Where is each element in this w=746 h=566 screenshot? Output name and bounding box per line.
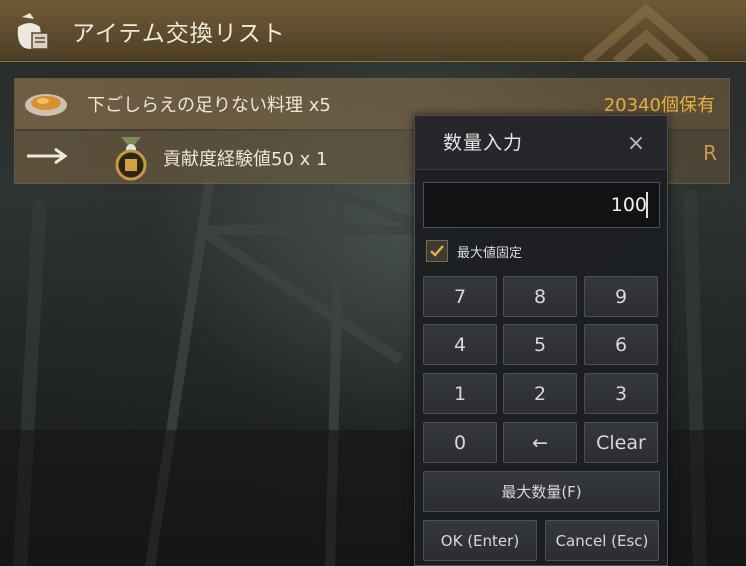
ok-button[interactable]: OK (Enter): [423, 520, 537, 561]
key-0[interactable]: 0: [423, 422, 497, 463]
backspace-button[interactable]: ←: [503, 422, 577, 463]
reward-item-rank: R: [703, 141, 717, 165]
key-5[interactable]: 5: [503, 324, 577, 365]
clear-button[interactable]: Clear: [584, 422, 658, 463]
checkmark-icon: [430, 245, 444, 257]
exchange-bag-icon: [17, 13, 49, 50]
food-dish-icon: [25, 94, 67, 116]
key-9[interactable]: 9: [584, 276, 658, 317]
cancel-button[interactable]: Cancel (Esc): [545, 520, 659, 561]
max-quantity-button[interactable]: 最大数量(F): [423, 471, 660, 512]
required-item-name: 下ごしらえの足りない料理 x5: [87, 95, 331, 116]
title-bar: アイテム交換リスト: [0, 0, 746, 62]
arrow-right-icon: [27, 147, 68, 165]
max-fixed-checkbox[interactable]: [426, 240, 448, 262]
key-1[interactable]: 1: [423, 373, 497, 414]
key-8[interactable]: 8: [503, 276, 577, 317]
dialog-header: 数量入力 ×: [415, 116, 667, 170]
dialog-title: 数量入力: [443, 132, 524, 154]
key-3[interactable]: 3: [584, 373, 658, 414]
key-6[interactable]: 6: [584, 324, 658, 365]
window-title: アイテム交換リスト: [72, 21, 286, 47]
max-fixed-label: 最大値固定: [457, 246, 523, 261]
required-item-stock: 20340個保有: [603, 95, 715, 116]
reward-item-name: 貢献度経験値50 x 1: [163, 149, 328, 170]
quantity-input[interactable]: [423, 182, 660, 228]
quantity-input-dialog: 数量入力 × 最大値固定 7 8 9 4 5 6 1 2 3 0 ← Clear…: [414, 115, 668, 566]
text-caret: [646, 192, 648, 218]
key-7[interactable]: 7: [423, 276, 497, 317]
key-2[interactable]: 2: [503, 373, 577, 414]
key-4[interactable]: 4: [423, 324, 497, 365]
title-bar-decoration: [582, 3, 710, 61]
close-button[interactable]: ×: [621, 128, 651, 158]
contribution-medal-icon: [115, 137, 147, 181]
